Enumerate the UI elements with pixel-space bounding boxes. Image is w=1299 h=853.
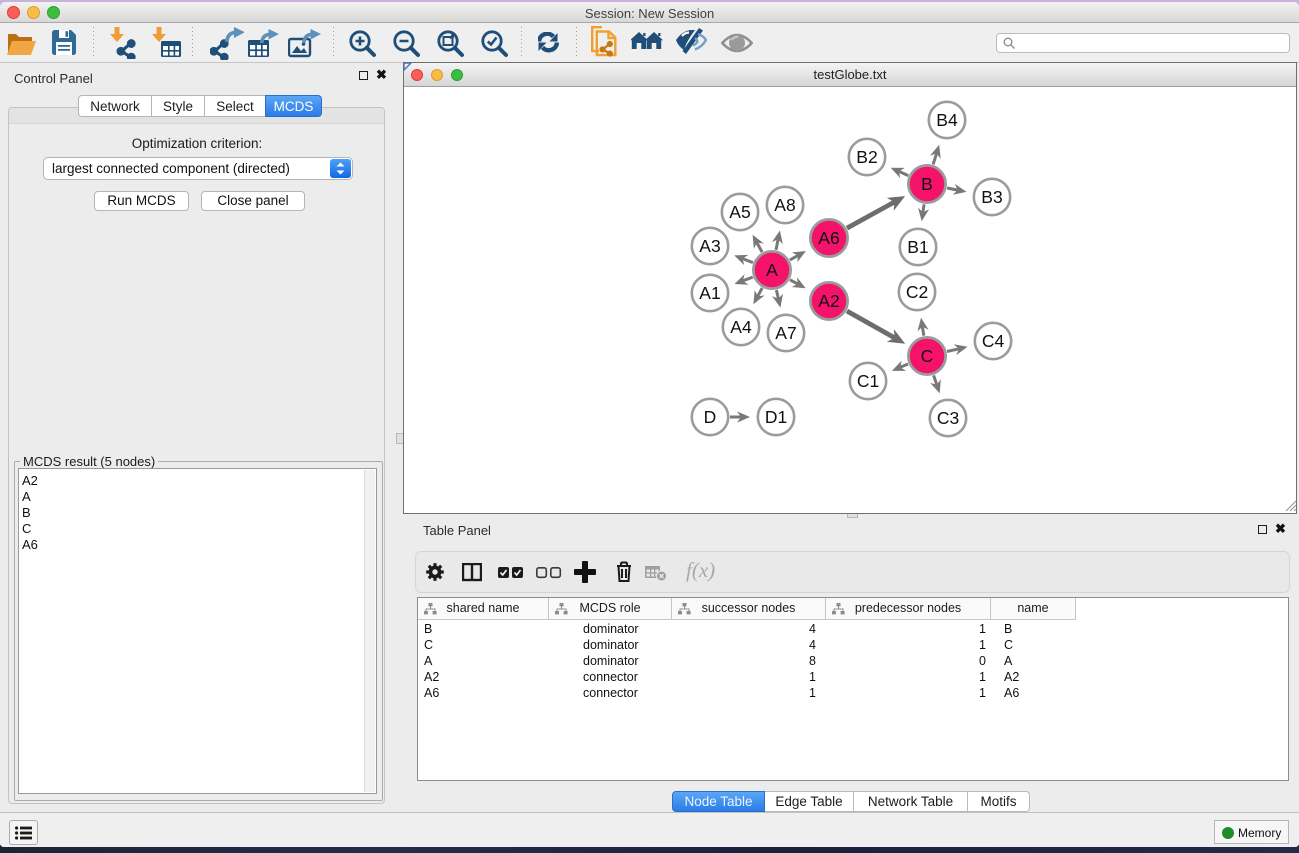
svg-text:D1: D1 <box>765 407 787 427</box>
svg-text:C3: C3 <box>937 408 959 428</box>
svg-text:A3: A3 <box>699 236 720 256</box>
svg-text:C2: C2 <box>906 282 928 302</box>
svg-text:A4: A4 <box>730 317 752 337</box>
svg-text:A1: A1 <box>699 283 720 303</box>
svg-text:A5: A5 <box>729 202 750 222</box>
svg-text:B3: B3 <box>981 187 1002 207</box>
svg-text:D: D <box>704 407 717 427</box>
svg-text:A2: A2 <box>818 291 839 311</box>
svg-text:C1: C1 <box>857 371 879 391</box>
svg-text:B: B <box>921 174 933 194</box>
svg-text:B1: B1 <box>907 237 928 257</box>
svg-text:A6: A6 <box>818 228 839 248</box>
svg-text:C4: C4 <box>982 331 1005 351</box>
svg-text:B2: B2 <box>856 147 877 167</box>
svg-text:A: A <box>766 260 778 280</box>
svg-text:B4: B4 <box>936 110 958 130</box>
svg-text:C: C <box>921 346 934 366</box>
svg-text:A7: A7 <box>775 323 796 343</box>
svg-text:A8: A8 <box>774 195 795 215</box>
